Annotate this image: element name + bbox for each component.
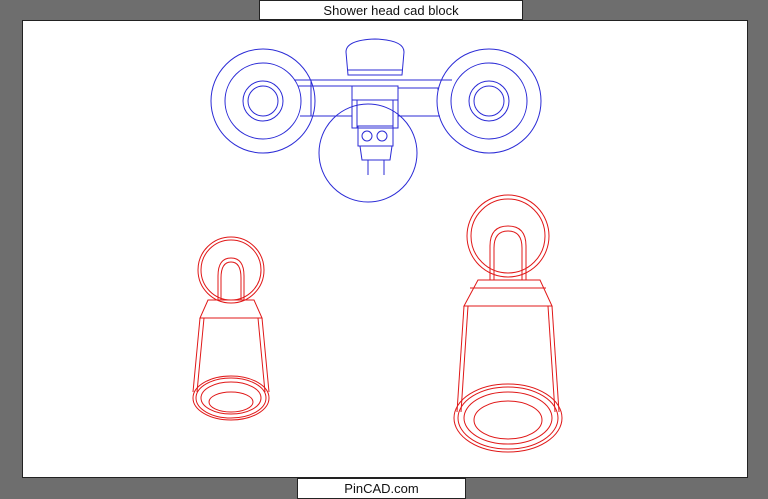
cad-drawing — [192, 38, 563, 453]
shower-head-plan-view — [210, 38, 542, 203]
shower-head-side-view-small — [192, 236, 270, 421]
shower-head-side-view-large — [453, 194, 563, 453]
watermark-label: PinCAD.com — [297, 478, 466, 499]
drawing-title: Shower head cad block — [259, 0, 523, 20]
